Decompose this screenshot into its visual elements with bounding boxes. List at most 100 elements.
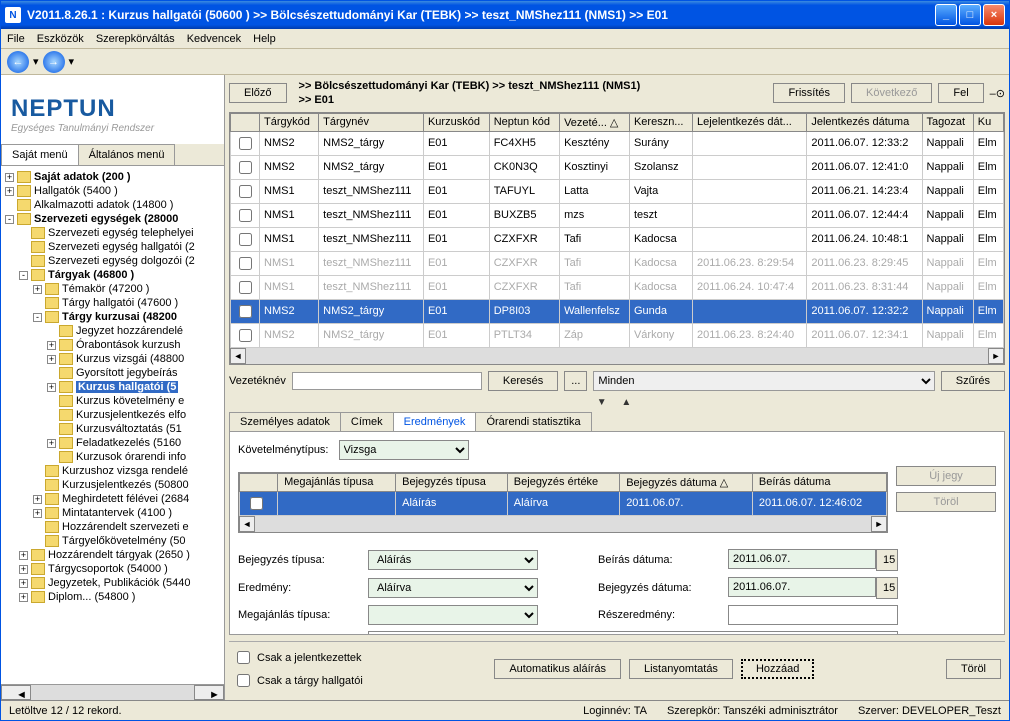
tree-item[interactable]: +Kurzus hallgatói (5 xyxy=(3,380,222,394)
row-checkbox[interactable] xyxy=(239,185,252,198)
tree-item[interactable]: -Tárgyak (46800 ) xyxy=(3,268,222,282)
tree-item[interactable]: Szervezeti egység telephelyei xyxy=(3,226,222,240)
menu-role[interactable]: Szerepkörváltás xyxy=(96,33,175,45)
grid-header[interactable]: Tárgynév xyxy=(319,113,424,131)
tree-label[interactable]: Kurzusjelentkezés (50800 xyxy=(62,479,189,491)
tree-item[interactable]: +Hallgatók (5400 ) xyxy=(3,184,222,198)
tree-item[interactable]: +Mintatantervek (4100 ) xyxy=(3,506,222,520)
table-row[interactable]: NMS2NMS2_tárgyE01DP8I03WallenfelszGunda2… xyxy=(231,299,1004,323)
tree-item[interactable]: +Kurzus vizsgái (48800 xyxy=(3,352,222,366)
tree-label[interactable]: Diplom... (54800 ) xyxy=(48,591,135,603)
add-button[interactable]: Hozzáad xyxy=(741,659,814,679)
tab-own-menu[interactable]: Saját menü xyxy=(1,144,79,165)
tree-item[interactable]: Gyorsított jegybeírás xyxy=(3,366,222,380)
next-button[interactable]: Következő xyxy=(851,83,932,103)
tree-item[interactable]: Kurzusok órarendi info xyxy=(3,450,222,464)
tree-label[interactable]: Hozzárendelt tárgyak (2650 ) xyxy=(48,549,190,561)
table-row[interactable]: AláírásAláírva2011.06.07.2011.06.07. 12:… xyxy=(240,491,887,515)
filter-select[interactable]: Minden xyxy=(593,371,934,391)
tree-item[interactable]: + Diplom... (54800 ) xyxy=(3,590,222,604)
tree-label[interactable]: Tárgyelőkövetelmény (50 xyxy=(62,535,186,547)
main-grid[interactable]: TárgykódTárgynévKurzuskódNeptun kódVezet… xyxy=(229,112,1005,365)
field-result[interactable]: Aláírva xyxy=(368,578,538,598)
tree-label[interactable]: Tárgy hallgatói (47600 ) xyxy=(62,297,178,309)
tree-label[interactable]: Saját adatok (200 ) xyxy=(34,171,131,183)
tree-item[interactable]: -Szervezeti egységek (28000 xyxy=(3,212,222,226)
tree-item[interactable]: + Feladatkezelés (5160 xyxy=(3,436,222,450)
grid-header[interactable]: Tagozat xyxy=(922,113,973,131)
tree-item[interactable]: +Órabontások kurzush xyxy=(3,338,222,352)
subgrid-header[interactable]: Beírás dátuma xyxy=(752,473,886,491)
tab-general-menu[interactable]: Általános menü xyxy=(78,144,176,165)
tree-label[interactable]: Kurzusjelentkezés elfo xyxy=(76,409,186,421)
tree-label[interactable]: Hallgatók (5400 ) xyxy=(34,185,118,197)
field-subresult[interactable] xyxy=(728,605,898,625)
prev-button[interactable]: Előző xyxy=(229,83,287,103)
tree-label[interactable]: Mintatantervek (4100 ) xyxy=(62,507,172,519)
subgrid-header[interactable]: Bejegyzés dátuma △ xyxy=(620,473,753,491)
row-checkbox[interactable] xyxy=(239,137,252,150)
refresh-button[interactable]: Frissítés xyxy=(773,83,845,103)
scroll-left-icon[interactable]: ◄ xyxy=(1,685,31,700)
auto-sign-button[interactable]: Automatikus aláírás xyxy=(494,659,621,679)
tree-item[interactable]: Kurzusjelentkezés elfo xyxy=(3,408,222,422)
nav-back-button[interactable]: ← xyxy=(7,51,29,73)
nav-back-drop[interactable]: ▾ xyxy=(33,55,39,68)
tab-results[interactable]: Eredmények xyxy=(393,412,477,431)
tree-item[interactable]: Tárgyelőkövetelmény (50 xyxy=(3,534,222,548)
row-checkbox[interactable] xyxy=(239,161,252,174)
expand-icon[interactable]: + xyxy=(47,439,56,448)
tree-label[interactable]: Meghirdetett félévei (2684 xyxy=(62,493,189,505)
minimize-button[interactable]: _ xyxy=(935,4,957,26)
filter-input[interactable] xyxy=(292,372,482,390)
expand-icon[interactable]: + xyxy=(5,173,14,182)
expand-icon[interactable]: + xyxy=(19,579,28,588)
delete-button[interactable]: Töröl xyxy=(946,659,1001,679)
close-button[interactable]: × xyxy=(983,4,1005,26)
grid-header[interactable]: Ku xyxy=(973,113,1003,131)
expand-icon[interactable]: - xyxy=(5,215,14,224)
calendar1-icon[interactable]: 15 xyxy=(876,549,898,571)
tree-item[interactable]: Tárgy hallgatói (47600 ) xyxy=(3,296,222,310)
table-row[interactable]: NMS2NMS2_tárgyE01PTLT34ZápVárkony2011.06… xyxy=(231,323,1004,347)
table-row[interactable]: NMS1teszt_NMShez111E01CZXFXRTafiKadocsa2… xyxy=(231,275,1004,299)
tree-item[interactable]: + Saját adatok (200 ) xyxy=(3,170,222,184)
menu-favorites[interactable]: Kedvencek xyxy=(187,33,241,45)
row-checkbox[interactable] xyxy=(239,233,252,246)
grid-hscroll[interactable]: ◄► xyxy=(230,348,1004,364)
tree-label[interactable]: Alkalmazotti adatok (14800 ) xyxy=(34,199,173,211)
nav-forward-button[interactable]: → xyxy=(43,51,65,73)
pin-icon[interactable]: –⊙ xyxy=(990,87,1005,100)
delete-grade-button[interactable]: Töröl xyxy=(896,492,996,512)
grid-header[interactable]: Lejelentkezés dát... xyxy=(693,113,807,131)
chk-only-applied[interactable] xyxy=(237,651,250,664)
up-button[interactable]: Fel xyxy=(938,83,983,103)
tree-label[interactable]: Jegyzetek, Publikációk (5440 xyxy=(48,577,190,589)
tree-item[interactable]: Alkalmazotti adatok (14800 ) xyxy=(3,198,222,212)
tree-label[interactable]: Feladatkezelés (5160 xyxy=(76,437,181,449)
subgrid-header[interactable]: Bejegyzés értéke xyxy=(507,473,619,491)
expand-icon[interactable]: - xyxy=(19,271,28,280)
grid-header[interactable]: Vezeté... △ xyxy=(560,113,630,131)
subgrid-header[interactable]: Bejegyzés típusa xyxy=(396,473,508,491)
row-checkbox[interactable] xyxy=(239,329,252,342)
tree-label[interactable]: Tárgy kurzusai (48200 xyxy=(62,311,177,323)
field-entry-date[interactable] xyxy=(728,549,876,569)
tree-label[interactable]: Gyorsított jegybeírás xyxy=(76,367,178,379)
expand-icon[interactable]: + xyxy=(33,285,42,294)
tab-addresses[interactable]: Címek xyxy=(340,412,394,431)
table-row[interactable]: NMS2NMS2_tárgyE01CK0N3QKosztinyiSzolansz… xyxy=(231,155,1004,179)
expand-icon[interactable]: + xyxy=(19,593,28,602)
tree-label[interactable]: Kurzus vizsgái (48800 xyxy=(76,353,184,365)
grid-header[interactable]: Jelentkezés dátuma xyxy=(807,113,922,131)
more-button[interactable]: ... xyxy=(564,371,587,391)
row-checkbox[interactable] xyxy=(239,257,252,270)
tree-item[interactable]: Kurzushoz vizsga rendelé xyxy=(3,464,222,478)
requirement-select[interactable]: Vizsga xyxy=(339,440,469,460)
grid-header[interactable]: Kurzuskód xyxy=(423,113,489,131)
tree-label[interactable]: Szervezeti egység hallgatói (2 xyxy=(48,241,195,253)
collapse-arrows-icon[interactable]: ▼ ▲ xyxy=(229,397,1005,408)
tree-item[interactable]: Kurzus követelmény e xyxy=(3,394,222,408)
calendar2-icon[interactable]: 15 xyxy=(876,577,898,599)
print-list-button[interactable]: Listanyomtatás xyxy=(629,659,733,679)
